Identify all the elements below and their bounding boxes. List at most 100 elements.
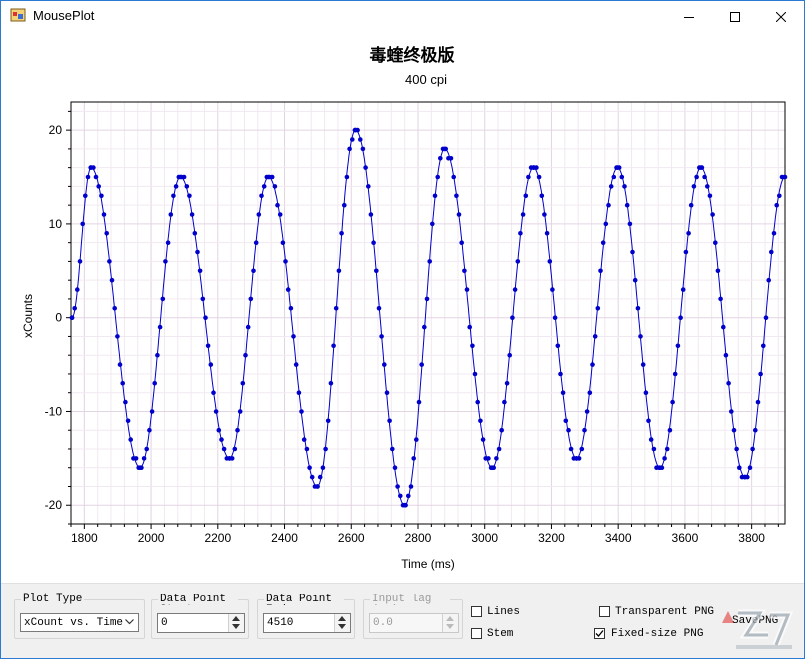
chart-title: 毒蝰终极版 <box>370 45 455 66</box>
data-point <box>462 268 467 274</box>
data-point <box>539 193 545 199</box>
data-point <box>301 437 307 442</box>
x-tick-label: 2000 <box>138 531 165 545</box>
data-point <box>197 268 203 274</box>
data-point <box>336 268 342 274</box>
end-input[interactable]: 4510 <box>263 613 351 633</box>
title-bar[interactable]: MousePlot <box>1 1 804 32</box>
data-point <box>205 343 211 349</box>
data-point <box>155 352 160 358</box>
data-point <box>710 212 715 217</box>
data-point <box>112 306 117 311</box>
data-point <box>504 381 510 386</box>
data-point <box>464 287 470 292</box>
data-point <box>475 399 481 405</box>
lines-checkbox[interactable] <box>471 606 482 617</box>
data-point <box>560 390 566 396</box>
plot-area[interactable]: 毒蝰终极版 400 cpi Time (ms) xCounts 1800 2000… <box>1 32 804 583</box>
data-point <box>350 137 355 142</box>
data-point <box>579 446 585 452</box>
minimize-button[interactable] <box>666 1 712 32</box>
input-lag-label: Input lag (ms) <box>370 594 450 605</box>
data-point <box>523 193 529 199</box>
close-icon <box>776 11 786 22</box>
data-point <box>590 362 595 367</box>
data-point <box>662 456 667 461</box>
end-label: Data Point End <box>264 594 344 605</box>
data-point <box>499 427 505 433</box>
data-point <box>195 249 200 255</box>
data-point <box>141 456 147 461</box>
data-point <box>721 324 726 330</box>
data-point <box>472 371 478 377</box>
data-point <box>384 390 390 396</box>
data-point <box>360 146 366 152</box>
data-point <box>622 184 627 189</box>
mouse-plot-chart: 毒蝰终极版 400 cpi Time (ms) xCounts 1800 2000… <box>21 45 788 571</box>
data-point <box>486 456 491 461</box>
data-point <box>737 465 742 471</box>
plot-type-select[interactable]: xCount vs. Time <box>20 613 139 632</box>
data-point <box>755 399 761 405</box>
data-point <box>398 493 403 499</box>
data-point <box>611 174 617 180</box>
data-point <box>144 446 149 452</box>
data-point <box>448 156 454 161</box>
data-point <box>379 334 384 339</box>
data-point <box>325 418 331 424</box>
chart-subtitle: 400 cpi <box>405 72 447 87</box>
data-point <box>374 268 379 274</box>
data-point <box>395 484 400 489</box>
x-tick-label: 2800 <box>405 531 432 545</box>
data-point <box>558 371 563 377</box>
app-window: MousePlot 毒蝰终极版 400 cpi Time (ms) xCount… <box>0 0 805 659</box>
start-group: Data Point Start 0 <box>151 594 249 639</box>
data-point <box>104 231 109 236</box>
input-lag-spinner[interactable] <box>442 614 458 632</box>
data-point <box>713 240 718 245</box>
close-button[interactable] <box>758 1 804 32</box>
data-point <box>680 287 686 292</box>
end-spinner[interactable] <box>334 614 350 632</box>
data-point <box>323 446 328 452</box>
data-point <box>683 249 689 255</box>
data-point <box>624 202 630 208</box>
data-point <box>688 202 694 208</box>
data-point <box>478 418 483 424</box>
data-point <box>438 156 443 161</box>
start-value: 0 <box>161 617 168 629</box>
input-lag-input[interactable]: 0.0 <box>369 613 459 633</box>
transparent-png-checkbox[interactable] <box>599 606 610 617</box>
start-spinner[interactable] <box>228 614 244 632</box>
start-input[interactable]: 0 <box>157 613 245 633</box>
data-point <box>232 446 238 452</box>
x-tick-label: 2200 <box>204 531 231 545</box>
data-point <box>235 427 240 433</box>
grid <box>70 102 785 525</box>
data-point <box>494 456 499 461</box>
data-point <box>120 381 125 386</box>
stem-checkbox[interactable] <box>471 628 482 639</box>
data-point <box>168 212 174 217</box>
data-point <box>694 174 699 180</box>
data-point <box>608 184 614 189</box>
data-point <box>600 240 606 245</box>
y-tick-label: -10 <box>45 404 63 418</box>
data-point <box>331 343 336 349</box>
data-point <box>309 474 315 480</box>
fixed-size-png-checkbox[interactable] <box>594 628 605 639</box>
y-tick-label: 20 <box>49 123 63 137</box>
data-point <box>219 437 224 442</box>
x-axis-label: Time (ms) <box>401 557 455 571</box>
y-axis-label: xCounts <box>21 294 35 338</box>
y-tick-label: 10 <box>49 217 63 231</box>
data-point <box>536 174 542 180</box>
data-point <box>769 249 774 255</box>
data-point <box>584 409 590 414</box>
data-point <box>77 259 83 264</box>
data-point <box>646 418 651 424</box>
input-lag-group: Input lag (ms) 0.0 <box>363 594 463 639</box>
data-point <box>293 362 299 367</box>
data-point <box>243 352 248 358</box>
maximize-button[interactable] <box>712 1 758 32</box>
